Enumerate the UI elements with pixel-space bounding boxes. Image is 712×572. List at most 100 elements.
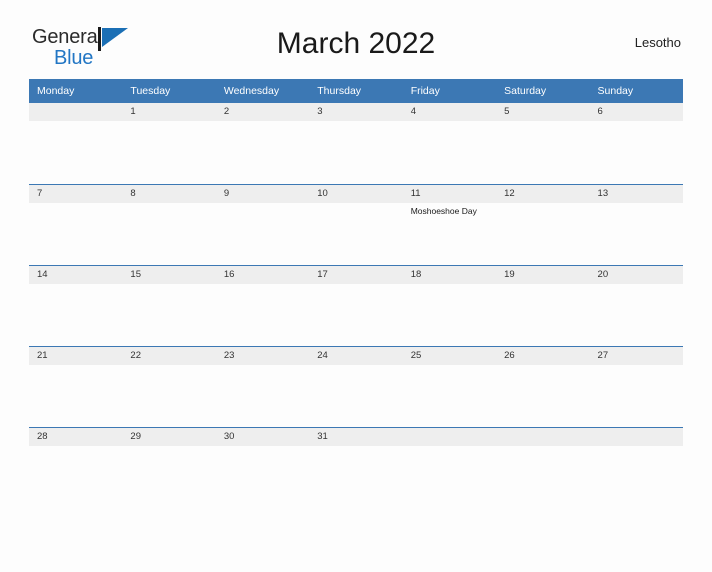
weekday-header-thursday: Thursday bbox=[309, 79, 403, 103]
calendar-day-cell[interactable]: 28 bbox=[29, 427, 123, 508]
weekday-header-wednesday: Wednesday bbox=[215, 79, 310, 103]
calendar-day-cell[interactable]: 12 bbox=[496, 184, 590, 265]
day-events bbox=[403, 121, 496, 123]
day-events bbox=[496, 365, 589, 367]
calendar-day-cell[interactable]: 24 bbox=[309, 346, 403, 427]
day-events bbox=[29, 121, 122, 123]
day-cell-inner: 17 bbox=[309, 265, 403, 346]
country-label: Lesotho bbox=[634, 35, 681, 50]
day-events bbox=[590, 284, 683, 286]
calendar-day-cell[interactable]: 5 bbox=[496, 103, 590, 184]
day-number: 17 bbox=[309, 265, 403, 284]
day-events bbox=[216, 284, 309, 286]
calendar-week-row: 21 22 23 24 25 26 27 bbox=[29, 346, 683, 427]
day-cell-inner: 3 bbox=[309, 103, 403, 184]
calendar-day-cell[interactable]: 21 bbox=[29, 346, 123, 427]
holiday-event-label: Moshoeshoe Day bbox=[410, 206, 477, 216]
calendar-day-cell[interactable]: 19 bbox=[496, 265, 590, 346]
calendar-day-cell[interactable]: 2 bbox=[215, 103, 310, 184]
day-cell-inner bbox=[589, 427, 683, 508]
day-events bbox=[309, 446, 402, 448]
calendar-day-cell[interactable]: 9 bbox=[215, 184, 310, 265]
calendar-day-cell[interactable]: 27 bbox=[589, 346, 683, 427]
day-number: 18 bbox=[402, 265, 497, 284]
calendar-day-cell[interactable]: 30 bbox=[215, 427, 310, 508]
day-cell-inner: 16 bbox=[215, 265, 310, 346]
day-number: 15 bbox=[122, 265, 216, 284]
day-events bbox=[309, 121, 402, 123]
day-cell-inner: 14 bbox=[29, 265, 123, 346]
calendar-day-cell[interactable]: 16 bbox=[215, 265, 310, 346]
calendar-day-cell[interactable]: 18 bbox=[402, 265, 497, 346]
calendar-day-cell[interactable]: 29 bbox=[122, 427, 216, 508]
day-events bbox=[216, 365, 309, 367]
calendar-day-cell[interactable]: 14 bbox=[29, 265, 123, 346]
day-number: 9 bbox=[215, 184, 310, 203]
page-header: General Blue March 2022 Lesotho bbox=[29, 22, 683, 76]
day-cell-inner: 28 bbox=[29, 427, 123, 508]
day-events bbox=[496, 446, 589, 448]
calendar-day-cell[interactable]: 20 bbox=[589, 265, 683, 346]
day-number: 25 bbox=[402, 346, 497, 365]
day-number: 7 bbox=[29, 184, 123, 203]
calendar-day-cell[interactable]: 11 Moshoeshoe Day bbox=[402, 184, 497, 265]
day-number: 3 bbox=[309, 103, 403, 121]
calendar-day-cell[interactable]: 26 bbox=[496, 346, 590, 427]
calendar-day-cell[interactable]: 8 bbox=[122, 184, 216, 265]
calendar-day-cell[interactable]: 1 bbox=[122, 103, 216, 184]
day-number: 22 bbox=[122, 346, 216, 365]
day-cell-inner: 20 bbox=[589, 265, 683, 346]
day-number: 2 bbox=[215, 103, 310, 121]
calendar-week-row: 7 8 9 10 11 Moshoeshoe Day 12 13 bbox=[29, 184, 683, 265]
day-number: 6 bbox=[589, 103, 683, 121]
calendar-day-cell[interactable]: 4 bbox=[402, 103, 497, 184]
day-events bbox=[29, 365, 122, 367]
calendar-day-cell[interactable]: 7 bbox=[29, 184, 123, 265]
day-events bbox=[496, 284, 589, 286]
day-cell-inner: 31 bbox=[309, 427, 403, 508]
page-title: March 2022 bbox=[276, 27, 436, 60]
day-cell-inner: 2 bbox=[215, 103, 310, 184]
day-cell-inner: 12 bbox=[496, 184, 590, 265]
day-events bbox=[403, 284, 496, 286]
day-number: 21 bbox=[29, 346, 123, 365]
day-cell-inner: 15 bbox=[122, 265, 216, 346]
weekday-header-monday: Monday bbox=[29, 79, 123, 103]
calendar-day-cell[interactable]: 31 bbox=[309, 427, 403, 508]
calendar-day-cell[interactable]: 15 bbox=[122, 265, 216, 346]
day-events bbox=[122, 284, 215, 286]
day-number: 24 bbox=[309, 346, 403, 365]
calendar-table: Monday Tuesday Wednesday Thursday Friday Satu… bbox=[29, 79, 683, 508]
weekday-header-saturday: Saturday bbox=[496, 79, 590, 103]
day-number: 5 bbox=[496, 103, 590, 121]
day-number: 27 bbox=[589, 346, 683, 365]
day-cell-inner: 23 bbox=[215, 346, 310, 427]
day-number: 28 bbox=[29, 427, 123, 446]
calendar-day-cell[interactable]: 6 bbox=[589, 103, 683, 184]
day-cell-inner bbox=[29, 103, 123, 184]
day-cell-inner: 26 bbox=[496, 346, 590, 427]
day-cell-inner: 6 bbox=[589, 103, 683, 184]
day-events bbox=[590, 203, 683, 205]
calendar-day-cell[interactable]: 23 bbox=[215, 346, 310, 427]
day-events bbox=[590, 365, 683, 367]
day-cell-inner: 27 bbox=[589, 346, 683, 427]
day-number: 1 bbox=[122, 103, 216, 121]
calendar-day-cell[interactable]: 17 bbox=[309, 265, 403, 346]
day-cell-inner bbox=[402, 427, 497, 508]
day-cell-inner: 9 bbox=[215, 184, 310, 265]
day-number: 30 bbox=[215, 427, 310, 446]
day-number: 13 bbox=[589, 184, 683, 203]
day-events bbox=[122, 203, 215, 205]
day-cell-inner: 4 bbox=[402, 103, 497, 184]
calendar-week-row: 123456 bbox=[29, 103, 683, 184]
day-cell-inner: 10 bbox=[309, 184, 403, 265]
day-events bbox=[29, 203, 122, 205]
day-events bbox=[403, 365, 496, 367]
calendar-day-cell[interactable]: 13 bbox=[589, 184, 683, 265]
calendar-empty-cell bbox=[496, 427, 590, 508]
calendar-day-cell[interactable]: 25 bbox=[402, 346, 497, 427]
calendar-day-cell[interactable]: 10 bbox=[309, 184, 403, 265]
calendar-day-cell[interactable]: 22 bbox=[122, 346, 216, 427]
calendar-day-cell[interactable]: 3 bbox=[309, 103, 403, 184]
